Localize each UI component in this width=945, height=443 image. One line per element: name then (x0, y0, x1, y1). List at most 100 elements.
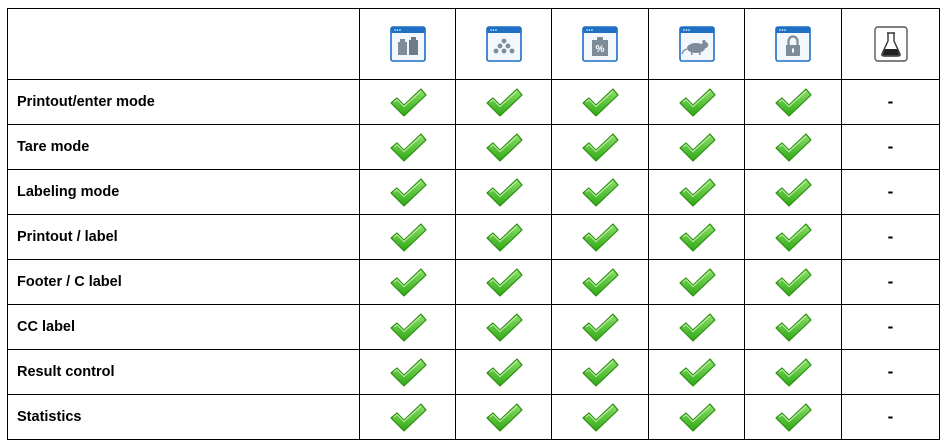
check-icon (773, 311, 813, 343)
check-cell (744, 79, 842, 125)
density-flask-icon (873, 26, 908, 62)
not-available-cell: - (841, 349, 940, 395)
check-icon (580, 401, 620, 433)
check-cell (744, 349, 842, 395)
check-icon (677, 86, 717, 118)
check-cell (551, 394, 649, 440)
check-icon (388, 401, 428, 433)
check-cell (551, 214, 649, 260)
check-cell (648, 349, 745, 395)
check-icon (677, 356, 717, 388)
check-icon (388, 356, 428, 388)
check-icon (677, 311, 717, 343)
corner-cell (7, 8, 360, 80)
check-icon (388, 86, 428, 118)
check-icon (773, 131, 813, 163)
table-row: CC label - (7, 304, 940, 350)
row-label: Statistics (7, 394, 360, 440)
check-cell (744, 394, 842, 440)
check-icon (388, 176, 428, 208)
not-available-cell: - (841, 124, 940, 170)
mode-functions-table: % Printout/enter mode - Tare mode - Labe… (7, 8, 940, 440)
check-icon (388, 221, 428, 253)
parts-counting-icon (486, 26, 522, 62)
check-cell (455, 304, 552, 350)
check-cell (648, 79, 745, 125)
check-cell (744, 259, 842, 305)
check-cell (648, 214, 745, 260)
check-icon (773, 221, 813, 253)
header-row: % (7, 8, 940, 80)
check-cell (744, 304, 842, 350)
check-cell (455, 259, 552, 305)
check-icon (677, 221, 717, 253)
check-icon (677, 401, 717, 433)
check-cell (648, 259, 745, 305)
row-label: Printout/enter mode (7, 79, 360, 125)
not-available-cell: - (841, 304, 940, 350)
check-cell (359, 169, 456, 215)
check-icon (580, 86, 620, 118)
check-cell (359, 394, 456, 440)
row-label: Result control (7, 349, 360, 395)
check-cell (648, 124, 745, 170)
check-cell (744, 124, 842, 170)
row-label: Labeling mode (7, 169, 360, 215)
check-icon (580, 311, 620, 343)
check-icon (773, 86, 813, 118)
check-cell (551, 169, 649, 215)
check-cell (455, 124, 552, 170)
check-icon (677, 131, 717, 163)
check-icon (677, 266, 717, 298)
check-icon (484, 401, 524, 433)
check-cell (359, 349, 456, 395)
check-cell (455, 394, 552, 440)
check-icon (773, 356, 813, 388)
check-icon (388, 131, 428, 163)
check-cell (648, 304, 745, 350)
check-cell (359, 124, 456, 170)
check-cell (455, 79, 552, 125)
table-row: Footer / C label - (7, 259, 940, 305)
check-icon (388, 311, 428, 343)
check-cell (551, 304, 649, 350)
check-icon (580, 356, 620, 388)
check-icon (773, 176, 813, 208)
check-cell (551, 259, 649, 305)
check-cell (455, 214, 552, 260)
row-label: Tare mode (7, 124, 360, 170)
table-row: Tare mode - (7, 124, 940, 170)
check-cell (551, 79, 649, 125)
table-row: Result control - (7, 349, 940, 395)
row-label: Printout / label (7, 214, 360, 260)
check-cell (648, 169, 745, 215)
check-icon (484, 356, 524, 388)
not-available-cell: - (841, 259, 940, 305)
check-cell (359, 259, 456, 305)
not-available-cell: - (841, 79, 940, 125)
mode-header-locked (744, 8, 842, 80)
mode-header-parts-counting (455, 8, 552, 80)
check-cell (648, 394, 745, 440)
check-icon (388, 266, 428, 298)
check-icon (677, 176, 717, 208)
mode-header-density (841, 8, 940, 80)
percent-weighing-icon: % (582, 26, 618, 62)
table-row: Printout / label - (7, 214, 940, 260)
check-icon (484, 311, 524, 343)
mode-header-weighing (359, 8, 456, 80)
mode-header-animal-weighing (648, 8, 745, 80)
check-cell (551, 349, 649, 395)
not-available-cell: - (841, 214, 940, 260)
check-icon (773, 266, 813, 298)
check-cell (455, 349, 552, 395)
table-row: Statistics - (7, 394, 940, 440)
check-icon (580, 221, 620, 253)
check-icon (484, 131, 524, 163)
check-icon (484, 266, 524, 298)
check-cell (744, 169, 842, 215)
check-icon (580, 131, 620, 163)
check-cell (359, 79, 456, 125)
not-available-cell: - (841, 394, 940, 440)
row-label: Footer / C label (7, 259, 360, 305)
